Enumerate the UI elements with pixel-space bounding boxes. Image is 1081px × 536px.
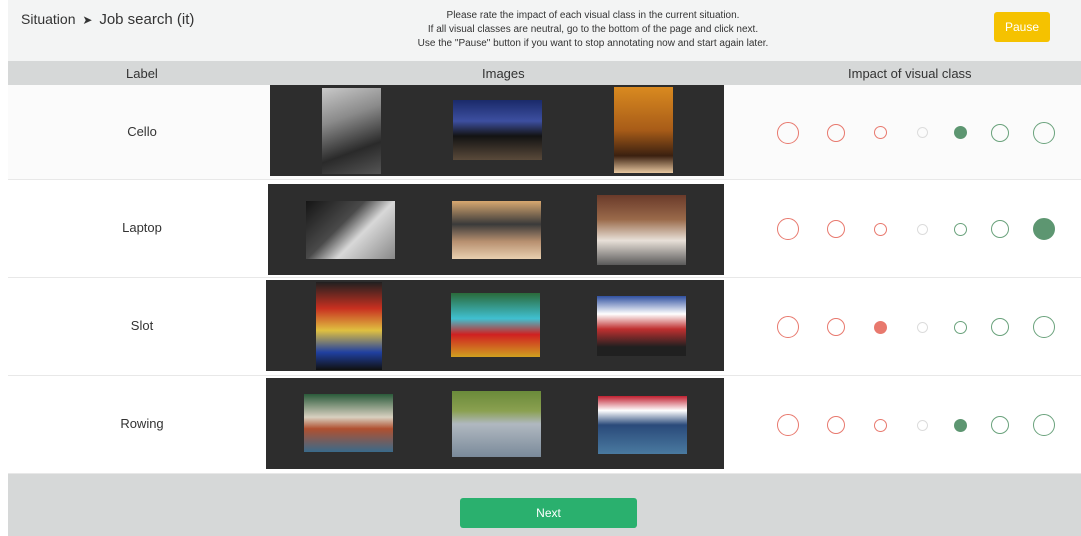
slot-game-screen-photo xyxy=(451,293,540,357)
impact-option-0[interactable] xyxy=(916,127,928,138)
open-laptop-photo xyxy=(452,201,541,259)
column-label-header: Label xyxy=(126,66,158,81)
rowers-closeup-photo xyxy=(304,394,393,452)
instruction-line: If all visual classes are neutral, go to… xyxy=(427,24,759,35)
row-label: Slot xyxy=(130,318,154,333)
instructions: Please rate the impact of each visual cl… xyxy=(298,9,888,51)
column-impact-header: Impact of visual class xyxy=(848,66,972,81)
image-strip xyxy=(266,280,724,371)
breadcrumb-arrow-icon: ➤ xyxy=(82,13,93,27)
column-images-header: Images xyxy=(482,66,525,81)
woman-at-laptop-photo xyxy=(597,195,686,265)
next-button[interactable]: Next xyxy=(460,498,637,528)
footer-bar: Next xyxy=(8,474,1081,536)
impact-option-1[interactable] xyxy=(953,126,967,139)
impact-option-2[interactable] xyxy=(991,318,1009,336)
impact-option-3[interactable] xyxy=(1033,316,1055,338)
impact-option-1[interactable] xyxy=(953,320,967,334)
impact-option-2[interactable] xyxy=(991,220,1009,238)
table-row: Slot xyxy=(8,278,1081,376)
breadcrumb-root: Situation xyxy=(21,11,76,27)
impact-option-2[interactable] xyxy=(991,123,1009,142)
impact-option--3[interactable] xyxy=(777,218,799,240)
slot-machine-photo xyxy=(316,282,382,370)
impact-option--1[interactable] xyxy=(873,320,887,334)
impact-option--3[interactable] xyxy=(777,414,799,436)
table-row: Cello xyxy=(8,85,1081,180)
impact-option-3[interactable] xyxy=(1033,121,1055,144)
impact-option-3[interactable] xyxy=(1033,414,1055,436)
laptop-keyboard-bw-photo xyxy=(306,201,395,259)
impact-option-0[interactable] xyxy=(916,321,928,333)
slot-reels-photo xyxy=(597,296,686,356)
impact-option--2[interactable] xyxy=(827,123,845,142)
image-strip xyxy=(268,184,724,275)
instruction-line: Use the "Pause" button if you want to st… xyxy=(417,38,769,49)
row-label: Cello xyxy=(127,123,157,139)
impact-option-1[interactable] xyxy=(953,418,967,432)
impact-option-1[interactable] xyxy=(953,222,967,236)
top-header: Situation ➤ Job search (it) Please rate … xyxy=(8,0,1081,61)
rowing-lake-photo xyxy=(452,391,541,457)
impact-option--2[interactable] xyxy=(827,220,845,238)
rowing-race-photo xyxy=(598,396,687,454)
impact-option-0[interactable] xyxy=(916,419,928,431)
impact-option--1[interactable] xyxy=(873,222,887,236)
row-label: Laptop xyxy=(122,220,162,235)
instruction-line: Please rate the impact of each visual cl… xyxy=(446,10,740,21)
breadcrumb: Situation ➤ Job search (it) xyxy=(21,11,194,28)
impact-option--2[interactable] xyxy=(827,416,845,434)
table-row: Laptop xyxy=(8,180,1081,278)
page-title: Job search (it) xyxy=(99,11,195,28)
orchestra-concert-photo xyxy=(453,100,542,160)
impact-option--3[interactable] xyxy=(777,121,799,144)
row-label: Rowing xyxy=(120,416,164,431)
image-strip xyxy=(270,85,724,176)
cellist-stage-photo xyxy=(614,87,673,173)
impact-option--1[interactable] xyxy=(873,126,887,139)
impact-option-0[interactable] xyxy=(916,223,928,235)
impact-option--1[interactable] xyxy=(873,418,887,432)
impact-option--3[interactable] xyxy=(777,316,799,338)
column-header: Label Images Impact of visual class xyxy=(8,61,1081,85)
table-row: Rowing xyxy=(8,376,1081,474)
impact-option--2[interactable] xyxy=(827,318,845,336)
pause-button[interactable]: Pause xyxy=(994,12,1050,42)
impact-option-2[interactable] xyxy=(991,416,1009,434)
image-strip xyxy=(266,378,724,469)
impact-option-3[interactable] xyxy=(1033,218,1055,240)
cellist-bw-photo xyxy=(322,88,381,174)
